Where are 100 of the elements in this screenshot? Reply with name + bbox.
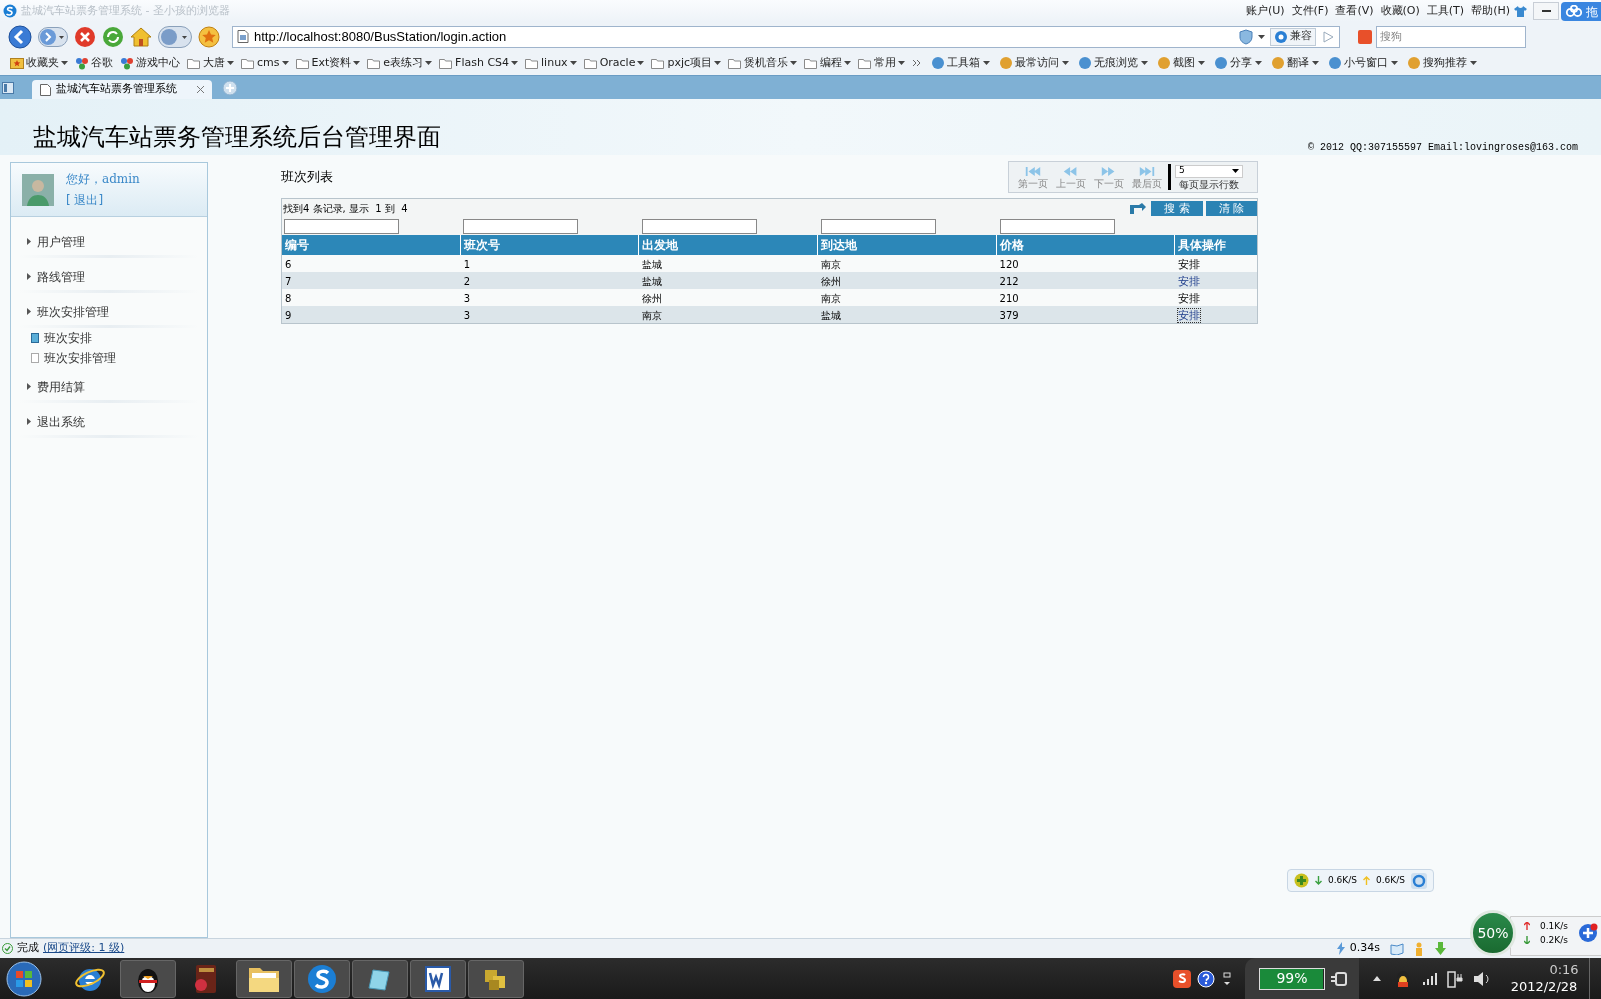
dropdown-caret-icon[interactable] (353, 61, 361, 65)
bookmark-item[interactable]: 游戏中心 (120, 54, 180, 72)
dropdown-caret-icon[interactable] (844, 61, 852, 65)
notebook-icon[interactable] (1390, 942, 1404, 955)
bookmark-item[interactable]: Oracle (583, 54, 645, 72)
sidebar-toggle-icon[interactable] (2, 82, 14, 94)
menu-item[interactable]: 账户(U) (1245, 2, 1285, 20)
forward-icon[interactable] (38, 26, 68, 47)
toolbar-tool[interactable]: 翻译 (1272, 54, 1320, 72)
minimize-button[interactable] (1533, 2, 1559, 20)
dropdown-caret-icon[interactable] (511, 61, 519, 65)
start-button[interactable] (6, 960, 42, 997)
toolbar-tool[interactable]: 小号窗口 (1329, 54, 1399, 72)
menu-item[interactable]: 帮助(H) (1471, 2, 1510, 20)
stop-icon[interactable] (74, 25, 96, 48)
clear-button[interactable]: 清 除 (1206, 200, 1257, 216)
bookmark-item[interactable]: pxjc项目 (651, 54, 722, 72)
arrange-link[interactable]: 安排 (1178, 274, 1201, 288)
dropdown-caret-icon[interactable] (983, 61, 991, 65)
dropdown-caret-icon[interactable] (1391, 61, 1399, 65)
nav-item[interactable]: 班次安排管理 (44, 349, 116, 367)
arrange-link[interactable]: 安排 (1178, 291, 1201, 305)
help-icon[interactable] (1197, 969, 1215, 988)
accelerator-icon[interactable] (1294, 873, 1309, 888)
browser-tab[interactable]: 盐城汽车站票务管理系统 (32, 80, 212, 99)
ime-options-icon[interactable] (1223, 971, 1231, 986)
clock-time: 0:16 (1548, 962, 1579, 979)
back-icon[interactable] (8, 24, 32, 49)
skin-shirt-icon[interactable] (1514, 5, 1527, 17)
dropdown-caret-icon[interactable] (1062, 61, 1070, 65)
search-field[interactable]: 搜狗 (1376, 25, 1526, 48)
filter-field[interactable] (821, 218, 936, 234)
compat-mode-button[interactable]: 兼容 (1270, 27, 1316, 46)
toolbar-tool[interactable]: 无痕浏览 (1079, 54, 1149, 72)
table-cell: 徐州 (820, 275, 841, 287)
dropdown-caret-icon[interactable] (898, 61, 906, 65)
arrange-link[interactable]: 安排 (1178, 257, 1201, 271)
more-chevron-icon[interactable] (912, 59, 923, 67)
reset-arrow-icon[interactable] (1129, 201, 1147, 215)
arrange-link[interactable]: 安排 (1178, 308, 1201, 322)
bookmark-item[interactable]: linux (525, 54, 577, 72)
sogou-browser-icon[interactable] (306, 962, 338, 995)
sogou-input-icon[interactable] (1173, 969, 1191, 988)
dropdown-caret-icon[interactable] (790, 61, 798, 65)
filter-field[interactable] (642, 218, 757, 234)
bookmark-item[interactable]: 编程 (804, 54, 852, 72)
bookmark-item[interactable]: 收藏夹 (10, 54, 68, 72)
menu-item[interactable]: 查看(V) (1335, 2, 1374, 20)
dropdown-caret-icon[interactable] (637, 61, 645, 65)
menu-item[interactable]: 文件(F) (1291, 2, 1329, 20)
dropdown-caret-icon[interactable] (1141, 61, 1149, 65)
dropdown-caret-icon[interactable] (569, 61, 577, 65)
refresh-icon[interactable] (102, 25, 124, 48)
plus-circle-icon[interactable] (1577, 923, 1598, 943)
toolbar-tool[interactable]: 截图 (1158, 54, 1206, 72)
toolbar-tool[interactable]: 工具箱 (932, 54, 991, 72)
dropdown-caret-icon[interactable] (281, 61, 289, 65)
close-icon[interactable] (197, 86, 204, 93)
bookmark-item[interactable]: Ext资料 (295, 54, 361, 72)
menu-item[interactable]: 工具(T) (1426, 2, 1465, 20)
pager-button[interactable]: 上一页 (1052, 165, 1090, 189)
nav-item[interactable]: 班次安排 (44, 329, 92, 347)
shield-icon (1239, 28, 1253, 45)
dropdown-caret-icon[interactable] (714, 61, 722, 65)
dropdown-caret-icon[interactable] (1255, 61, 1263, 65)
filter-field[interactable] (284, 218, 399, 234)
address-bar[interactable]: http://localhost:8080/BusStation/login.action 兼容 (232, 25, 1340, 48)
bookmark-item[interactable]: 常用 (858, 54, 906, 72)
dropdown-caret-icon[interactable] (1232, 169, 1239, 173)
signal-bars-icon[interactable] (1423, 972, 1437, 985)
dropdown-caret-icon[interactable] (61, 61, 68, 65)
bookmark-item[interactable]: e表练习 (367, 54, 433, 72)
history-icon[interactable] (158, 25, 192, 48)
home-icon[interactable] (130, 26, 152, 47)
folder-icon (187, 57, 201, 69)
dropdown-caret-icon[interactable] (1198, 61, 1206, 65)
dropdown-caret-icon[interactable] (425, 61, 433, 65)
speaker-icon[interactable] (1473, 970, 1491, 987)
dropdown-caret-icon[interactable] (227, 61, 234, 65)
page-rating-link[interactable]: (网页评级: 1 级) (43, 940, 125, 957)
page-size-select[interactable]: 5 (1175, 164, 1243, 178)
battery-plug-icon[interactable] (1447, 969, 1463, 988)
dropdown-caret-icon[interactable] (1470, 61, 1478, 65)
search-button[interactable]: 搜 索 (1151, 200, 1203, 216)
filter-field[interactable] (1000, 218, 1115, 234)
bookmark-item[interactable]: Flash CS4 (439, 54, 519, 72)
dropdown-caret-icon[interactable] (1258, 34, 1265, 39)
cloud-widget[interactable]: 拖 (1561, 2, 1601, 21)
menu-item[interactable]: 收藏(O) (1380, 2, 1420, 20)
word-document-icon[interactable] (423, 963, 453, 994)
filter-field[interactable] (463, 218, 578, 234)
bookmark-item[interactable]: 大唐 (187, 54, 234, 72)
toolbar-tool[interactable]: 搜狗推荐 (1408, 54, 1478, 72)
bookmark-item[interactable]: cms (241, 54, 289, 72)
dropdown-caret-icon[interactable] (1312, 61, 1320, 65)
toolbar-tool[interactable]: 最常访问 (1000, 54, 1070, 72)
bookmark-item[interactable]: 煲机音乐 (728, 54, 798, 72)
show-hidden-icon[interactable] (1373, 976, 1381, 981)
bookmark-item[interactable]: 谷歌 (75, 54, 113, 72)
toolbar-tool[interactable]: 分享 (1215, 54, 1263, 72)
